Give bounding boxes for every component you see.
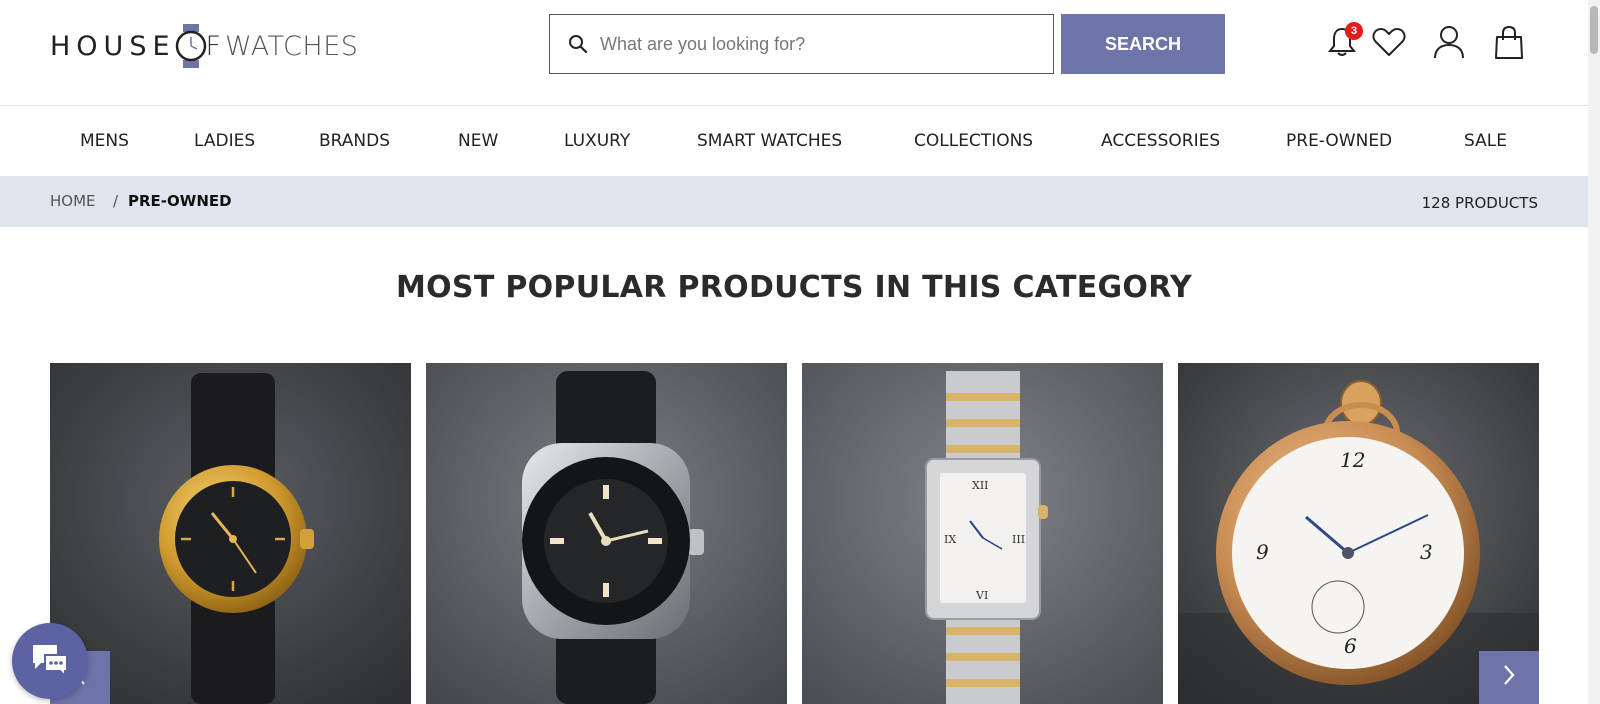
wishlist-button[interactable] (1369, 24, 1409, 64)
breadcrumb: HOME / PRE-OWNED 128 PRODUCTS (0, 176, 1588, 227)
account-button[interactable] (1429, 24, 1469, 64)
nav-item-brands[interactable]: BRANDS (319, 131, 390, 151)
live-chat-button[interactable] (12, 623, 88, 699)
svg-text:VI: VI (975, 589, 988, 602)
logo-text-watches: WATCHES (225, 30, 359, 62)
svg-text:6: 6 (1344, 634, 1357, 658)
chevron-right-icon (1501, 663, 1517, 692)
carousel-next-button[interactable] (1479, 651, 1539, 704)
logo-text-house: HOUSE (50, 30, 176, 62)
shopping-bag-icon (1494, 25, 1524, 64)
nav-item-ladies[interactable]: LADIES (194, 131, 255, 151)
svg-text:12: 12 (1340, 448, 1365, 472)
breadcrumb-current: PRE-OWNED (128, 192, 232, 210)
svg-text:XII: XII (972, 479, 989, 492)
section-title: MOST POPULAR PRODUCTS IN THIS CATEGORY (395, 270, 1193, 305)
user-icon (1433, 25, 1465, 64)
tudor-black-bay-steel-watch-image (426, 363, 787, 704)
notification-count-badge: 3 (1345, 22, 1363, 40)
search-box (549, 14, 1054, 74)
main-navigation: MENS LADIES BRANDS NEW LUXURY SMART WATC… (0, 107, 1588, 176)
nav-item-luxury[interactable]: LUXURY (564, 131, 630, 151)
search-button[interactable]: SEARCH (1061, 14, 1225, 74)
cartier-tank-two-tone-watch-image: XII VI IX III (802, 363, 1163, 704)
breadcrumb-separator: / (113, 192, 119, 210)
nav-item-sale[interactable]: SALE (1464, 131, 1507, 151)
search-input[interactable] (600, 24, 1030, 64)
svg-text:III: III (1012, 533, 1025, 546)
search-icon (556, 34, 600, 54)
product-card[interactable]: XII VI IX III (802, 363, 1163, 704)
svg-text:9: 9 (1256, 540, 1269, 564)
svg-text:IX: IX (944, 533, 956, 546)
site-header: HOUSE F WATCHES SEARCH (0, 0, 1588, 106)
logo-text-f: F (205, 30, 222, 62)
nav-item-collections[interactable]: COLLECTIONS (914, 131, 1033, 151)
notifications-button[interactable]: 3 (1322, 22, 1363, 64)
house-of-watches-logo[interactable]: HOUSE F WATCHES (50, 24, 359, 68)
page-scrollbar[interactable] (1588, 0, 1600, 704)
product-count: 128 PRODUCTS (1421, 194, 1538, 212)
basket-button[interactable] (1489, 24, 1529, 64)
heart-icon (1372, 27, 1406, 62)
nav-item-pre-owned[interactable]: PRE-OWNED (1286, 131, 1392, 151)
nav-item-accessories[interactable]: ACCESSORIES (1101, 131, 1220, 151)
chat-bubbles-icon (29, 641, 71, 682)
svg-text:3: 3 (1420, 540, 1433, 564)
breadcrumb-home-link[interactable]: HOME (50, 192, 96, 210)
logo-watch-icon (174, 24, 208, 68)
product-card[interactable] (426, 363, 787, 704)
nav-item-mens[interactable]: MENS (80, 131, 129, 151)
nav-item-new[interactable]: NEW (458, 131, 498, 151)
nav-item-smart-watches[interactable]: SMART WATCHES (697, 131, 842, 151)
scrollbar-thumb[interactable] (1590, 6, 1598, 54)
